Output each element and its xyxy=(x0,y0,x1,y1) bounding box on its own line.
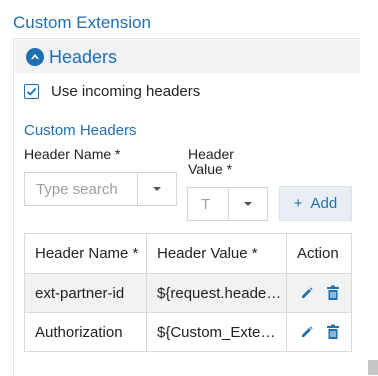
custom-headers-title: Custom Headers xyxy=(24,122,137,139)
custom-headers-table: Header Name * Header Value * Action ext-… xyxy=(24,233,352,352)
header-value-label-line1: Header xyxy=(188,146,234,162)
plus-icon: + xyxy=(293,195,303,212)
chevron-up-circle-icon[interactable] xyxy=(26,48,44,66)
headers-panel: Headers Use incoming headers Custom Head… xyxy=(13,38,361,376)
pencil-icon[interactable] xyxy=(299,324,315,340)
table-row: ext-partner-id ${request.headers… xyxy=(25,274,351,313)
header-name-input[interactable]: Type search xyxy=(25,173,137,205)
header-value-caret[interactable] xyxy=(228,188,267,220)
row-header-value: ${request.headers… xyxy=(147,274,287,312)
column-header-name: Header Name * xyxy=(25,234,147,273)
scrollbar[interactable] xyxy=(370,40,378,340)
add-button-label: Add xyxy=(310,195,338,212)
page-title: Custom Extension xyxy=(13,13,151,32)
column-header-value: Header Value * xyxy=(147,234,287,273)
row-actions xyxy=(287,274,351,312)
row-actions xyxy=(287,313,351,351)
trash-icon[interactable] xyxy=(325,324,341,340)
use-incoming-headers-checkbox[interactable] xyxy=(24,84,39,99)
caret-down-icon xyxy=(153,187,161,191)
caret-down-icon xyxy=(244,202,252,206)
header-value-input[interactable]: T xyxy=(188,188,228,220)
row-header-name: Authorization xyxy=(25,313,147,351)
check-icon xyxy=(26,87,37,96)
panel-header[interactable]: Headers xyxy=(15,40,360,74)
row-header-value: ${Custom_Extensi… xyxy=(147,313,287,351)
header-value-label-line2: Value * xyxy=(188,161,233,177)
add-button[interactable]: + Add xyxy=(279,186,352,221)
header-name-caret[interactable] xyxy=(137,173,176,205)
table-row: Authorization ${Custom_Extensi… xyxy=(25,313,351,351)
trash-icon[interactable] xyxy=(325,285,341,301)
scrollbar-thumb[interactable] xyxy=(368,360,378,375)
row-header-value-text: ${request.headers… xyxy=(157,284,283,302)
use-incoming-headers-label: Use incoming headers xyxy=(51,83,201,100)
row-header-name: ext-partner-id xyxy=(25,274,147,312)
panel-header-label: Headers xyxy=(49,46,118,67)
header-name-label: Header Name * xyxy=(24,146,121,162)
header-name-select[interactable]: Type search xyxy=(24,172,177,206)
table-header-row: Header Name * Header Value * Action xyxy=(25,234,351,274)
column-action: Action xyxy=(297,245,339,262)
use-incoming-headers-row[interactable]: Use incoming headers xyxy=(24,83,200,100)
pencil-icon[interactable] xyxy=(299,285,315,301)
row-header-value-text: ${Custom_Extensi… xyxy=(157,323,283,341)
header-value-select[interactable]: T xyxy=(187,187,268,221)
